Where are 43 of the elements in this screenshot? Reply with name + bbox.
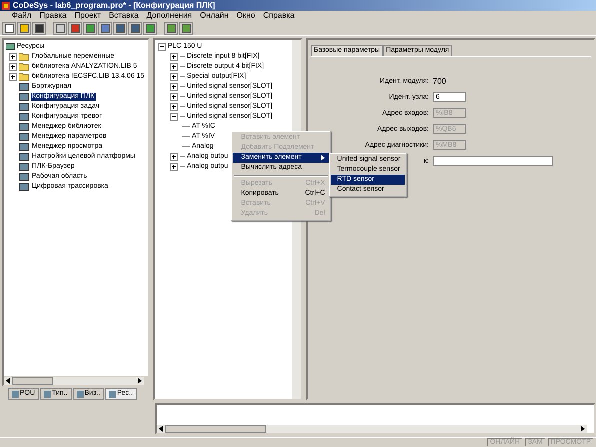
menu-item[interactable]: Окно	[236, 11, 256, 21]
collapse-icon[interactable]	[158, 43, 166, 51]
toolbar-button[interactable]	[179, 22, 193, 34]
toolbar-button[interactable]	[98, 22, 112, 34]
toolbar-button[interactable]	[83, 22, 97, 34]
menu-item[interactable]: Дополнения	[146, 11, 192, 21]
expand-icon[interactable]	[170, 83, 178, 91]
field-value: 700	[433, 76, 446, 86]
resources-icon	[6, 43, 15, 51]
tab-icon	[44, 390, 52, 398]
expand-icon[interactable]	[170, 153, 178, 161]
input-field[interactable]	[433, 156, 553, 166]
menu-item[interactable]: Справка	[263, 11, 295, 21]
toolbar-button[interactable]	[143, 22, 157, 34]
toolbar-button[interactable]	[2, 22, 16, 34]
toolbar-button[interactable]	[113, 22, 127, 34]
expand-icon[interactable]	[170, 63, 178, 71]
menu-item[interactable]: Онлайн	[200, 11, 229, 21]
submenu-arrow-icon	[321, 155, 326, 162]
expand-icon[interactable]	[9, 53, 17, 61]
toolbar-button[interactable]	[53, 22, 67, 34]
menu-item[interactable]: Файл	[12, 11, 32, 21]
menu-item[interactable]: Проект	[74, 11, 102, 21]
toolbar-button[interactable]	[128, 22, 142, 34]
tab-icon	[76, 390, 84, 398]
expand-icon[interactable]	[9, 63, 17, 71]
toolbar-button[interactable]	[17, 22, 31, 34]
toolbar-button[interactable]	[68, 22, 82, 34]
menu-item[interactable]: Правка	[40, 11, 67, 21]
expand-icon[interactable]	[9, 73, 17, 81]
tab-icon	[12, 390, 19, 398]
window-title: CoDeSys - lab6_program.pro* - [Конфигурация ПЛК]	[13, 0, 216, 10]
collapse-icon[interactable]	[170, 113, 178, 121]
toolbar-button[interactable]	[164, 22, 178, 34]
expand-icon[interactable]	[170, 93, 178, 101]
tab-icon	[109, 390, 116, 398]
expand-icon[interactable]	[170, 53, 178, 61]
app-icon	[2, 2, 10, 10]
toolbar-button[interactable]	[32, 22, 46, 34]
expand-icon[interactable]	[170, 73, 178, 81]
expand-icon[interactable]	[170, 163, 178, 171]
expand-icon[interactable]	[170, 103, 178, 111]
menu-item[interactable]: Вставка	[109, 11, 139, 21]
